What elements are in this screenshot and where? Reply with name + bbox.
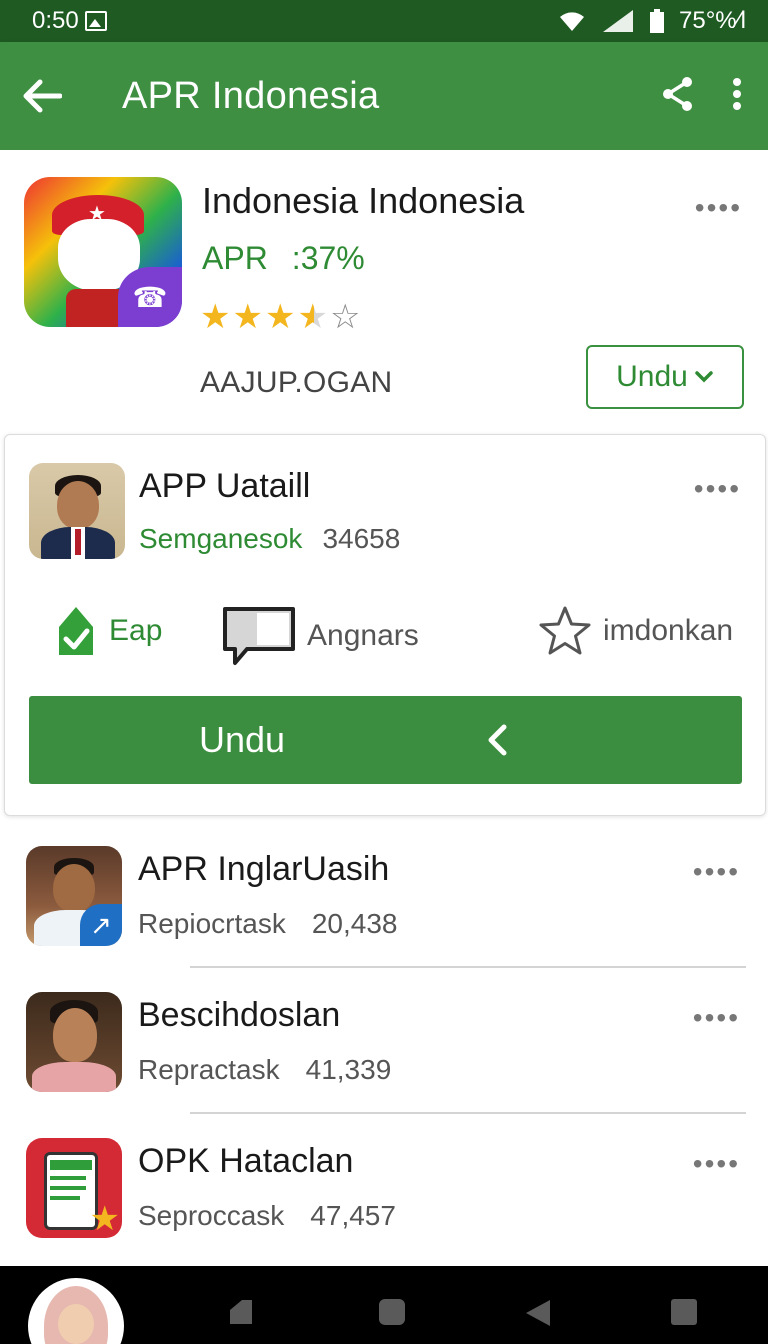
- status-time-group: 0:50: [32, 7, 107, 35]
- nav-back-button[interactable]: [524, 1298, 552, 1328]
- action-comment[interactable]: Angnars: [221, 605, 419, 667]
- detail-actions: Eap Angnars imdonkan: [5, 605, 765, 669]
- rating-stars: ★ ★ ★ ★ ☆: [200, 300, 360, 334]
- apr-rate: APR :37%: [202, 240, 365, 277]
- list-item[interactable]: Bescihdoslan Repractask 41,339 ••••: [0, 968, 768, 1114]
- system-nav-bar: [0, 1266, 768, 1344]
- star-outline-icon: ☆: [329, 298, 361, 336]
- check-badge-icon: [59, 607, 93, 655]
- developer-name: AAJUP.OGAN: [200, 366, 393, 399]
- app-bar: APR Indonesia: [0, 42, 768, 150]
- list-item-title: Bescihdoslan: [138, 996, 341, 1034]
- status-time: 0:50: [32, 7, 79, 34]
- square-icon: [379, 1299, 405, 1325]
- action-favorite[interactable]: imdonkan: [537, 605, 733, 657]
- list-item-title: OPK Hataclan: [138, 1142, 354, 1180]
- app-bar-title: APR Indonesia: [122, 74, 380, 117]
- list-item-thumbnail: [26, 992, 122, 1092]
- action-eap[interactable]: Eap: [53, 605, 162, 657]
- star-outline-icon: [539, 606, 591, 655]
- list-item-category: Seproccask: [138, 1200, 285, 1231]
- more-horizontal-icon[interactable]: ••••: [693, 856, 740, 888]
- arrow-left-icon: [23, 79, 62, 113]
- wifi-icon: [560, 12, 585, 31]
- comment-icon: [223, 607, 295, 665]
- nav-recent-button[interactable]: [670, 1298, 698, 1326]
- more-horizontal-icon[interactable]: ••••: [693, 1002, 740, 1034]
- list-item[interactable]: ↗ APR InglarUasih Repiocrtask 20,438 •••…: [0, 822, 768, 968]
- app-title: Indonesia Indonesia: [202, 180, 525, 221]
- primary-download-label: Undu: [199, 719, 286, 760]
- status-icons: 75°%⁄l: [557, 7, 746, 35]
- detail-subtitle: Semganesok 34658: [139, 523, 400, 555]
- star-half-icon: ★: [297, 298, 328, 336]
- detail-card: APP Uataill Semganesok 34658 •••• Eap An…: [4, 434, 766, 816]
- app-bar-actions: [662, 76, 742, 117]
- list-item-count: 41,339: [305, 1054, 392, 1085]
- list-item-thumbnail: ↗: [26, 846, 122, 946]
- signal-icon: [603, 10, 634, 32]
- share-arrow-icon: [485, 723, 509, 757]
- battery-icon: [650, 9, 665, 33]
- list-item-count: 47,457: [310, 1200, 396, 1231]
- list-item-category: Repiocrtask: [138, 908, 286, 939]
- nav-home-button[interactable]: [228, 1298, 254, 1326]
- triangle-back-icon: [526, 1300, 550, 1326]
- avatar[interactable]: [28, 1278, 124, 1344]
- download-button-label: Undu: [616, 360, 688, 393]
- list-item-subtitle: Repractask 41,339: [138, 1054, 391, 1086]
- overflow-menu-button[interactable]: [732, 77, 742, 116]
- square-icon: [671, 1299, 697, 1325]
- home-shape-icon: [230, 1300, 252, 1324]
- detail-count: 34658: [322, 523, 401, 554]
- more-horizontal-icon[interactable]: ••••: [693, 1148, 740, 1180]
- nav-overview-button[interactable]: [378, 1298, 406, 1326]
- list-item-category: Repractask: [138, 1054, 280, 1085]
- list-item-count: 20,438: [311, 908, 398, 939]
- more-vertical-icon: [733, 77, 741, 110]
- star-icon: ★: [264, 298, 296, 336]
- list-item-subtitle: Seproccask 47,457: [138, 1200, 396, 1232]
- app-header-card: ☎ Indonesia Indonesia APR :37% ★ ★ ★ ★ ☆…: [0, 150, 768, 430]
- list-item-subtitle: Repiocrtask 20,438: [138, 908, 397, 940]
- chevron-down-icon: [695, 371, 713, 383]
- apr-value: :37%: [291, 240, 365, 276]
- more-horizontal-icon[interactable]: ••••: [695, 192, 742, 224]
- status-bar: 0:50 75°%⁄l: [0, 0, 768, 42]
- list-item[interactable]: ★ OPK Hataclan Seproccask 47,457 ••••: [0, 1114, 768, 1260]
- image-notification-icon: [84, 11, 107, 31]
- star-icon: ★: [200, 298, 231, 336]
- action-eap-label: Eap: [109, 614, 163, 647]
- action-comment-label: Angnars: [307, 619, 419, 652]
- detail-category: Semganesok: [139, 523, 303, 554]
- list-item-title: APR InglarUasih: [138, 850, 390, 888]
- more-horizontal-icon[interactable]: ••••: [694, 473, 741, 505]
- star-icon: ★: [232, 298, 263, 336]
- avatar: [29, 463, 125, 559]
- back-button[interactable]: [2, 79, 82, 113]
- download-button[interactable]: Undu: [586, 345, 744, 409]
- phone-badge-icon: ☎: [118, 267, 182, 327]
- battery-percent: 75°%⁄l: [679, 7, 746, 34]
- action-favorite-label: imdonkan: [603, 614, 734, 647]
- share-icon: [663, 76, 692, 111]
- primary-download-button[interactable]: Undu: [29, 696, 742, 784]
- app-icon: ☎: [24, 177, 182, 327]
- list-item-thumbnail: ★: [26, 1138, 122, 1238]
- share-button[interactable]: [662, 76, 694, 117]
- apr-label: APR: [202, 240, 268, 276]
- detail-title: APP Uataill: [139, 467, 311, 505]
